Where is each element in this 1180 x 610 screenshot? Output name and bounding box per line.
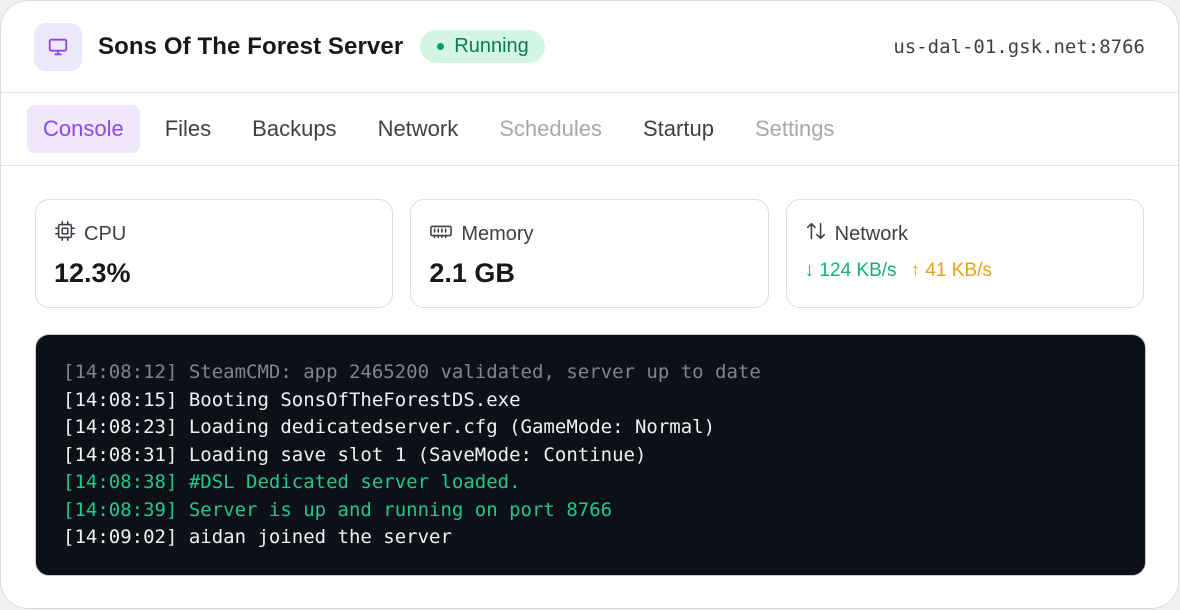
log-line: [14:08:39] Server is up and running on p… bbox=[63, 498, 613, 521]
cpu-value: 12.3% bbox=[54, 258, 131, 288]
server-header: Sons Of The Forest Server Running us-dal… bbox=[1, 1, 1178, 93]
console-output[interactable]: [14:08:12] SteamCMD: app 2465200 validat… bbox=[35, 334, 1146, 576]
log-line: [14:08:15] Booting SonsOfTheForestDS.exe bbox=[63, 388, 521, 411]
log-line: [14:08:12] SteamCMD: app 2465200 validat… bbox=[63, 361, 761, 383]
arrows-up-down-icon bbox=[805, 220, 835, 248]
log-line: [14:09:02] aidan joined the server bbox=[63, 526, 452, 548]
tab-files[interactable]: Files bbox=[149, 105, 227, 153]
server-panel: Sons Of The Forest Server Running us-dal… bbox=[0, 0, 1179, 609]
cpu-icon bbox=[54, 220, 84, 248]
network-download-rate: ↓ 124 KB/s bbox=[804, 260, 897, 281]
log-line: [14:08:38] #DSL Dedicated server loaded. bbox=[63, 471, 521, 493]
memory-card: Memory 2.1 GB bbox=[410, 199, 769, 308]
memory-label: Memory bbox=[461, 222, 534, 245]
network-label: Network bbox=[834, 222, 909, 245]
network-upload-rate: ↑ 41 KB/s bbox=[910, 260, 992, 281]
page-title: Sons Of The Forest Server bbox=[98, 32, 404, 60]
server-address: us-dal-01.gsk.net:8766 bbox=[893, 35, 1145, 58]
monitor-icon bbox=[34, 22, 82, 71]
log-line: [14:08:31] Loading save slot 1 (SaveMode… bbox=[63, 443, 647, 466]
tab-network[interactable]: Network bbox=[362, 105, 475, 153]
tab-console[interactable]: Console bbox=[27, 105, 140, 153]
tab-schedules[interactable]: Schedules bbox=[483, 105, 618, 153]
tab-startup[interactable]: Startup bbox=[627, 105, 730, 153]
cpu-label: CPU bbox=[84, 222, 127, 245]
resource-stats: CPU 12.3% Memory 2.1 GB Network ↓ 124 KB… bbox=[1, 166, 1178, 308]
cpu-card: CPU 12.3% bbox=[35, 199, 394, 308]
status-text: Running bbox=[454, 35, 529, 57]
memory-value: 2.1 GB bbox=[429, 258, 515, 288]
log-line: [14:08:23] Loading dedicatedserver.cfg (… bbox=[63, 416, 716, 438]
status-badge: Running bbox=[420, 30, 545, 63]
tab-settings[interactable]: Settings bbox=[739, 105, 851, 153]
tab-bar: Console Files Backups Network Schedules … bbox=[1, 93, 1178, 166]
tab-backups[interactable]: Backups bbox=[236, 105, 352, 153]
status-dot bbox=[437, 43, 445, 50]
memory-icon bbox=[429, 220, 461, 248]
network-card: Network ↓ 124 KB/s ↑ 41 KB/s bbox=[785, 199, 1144, 308]
